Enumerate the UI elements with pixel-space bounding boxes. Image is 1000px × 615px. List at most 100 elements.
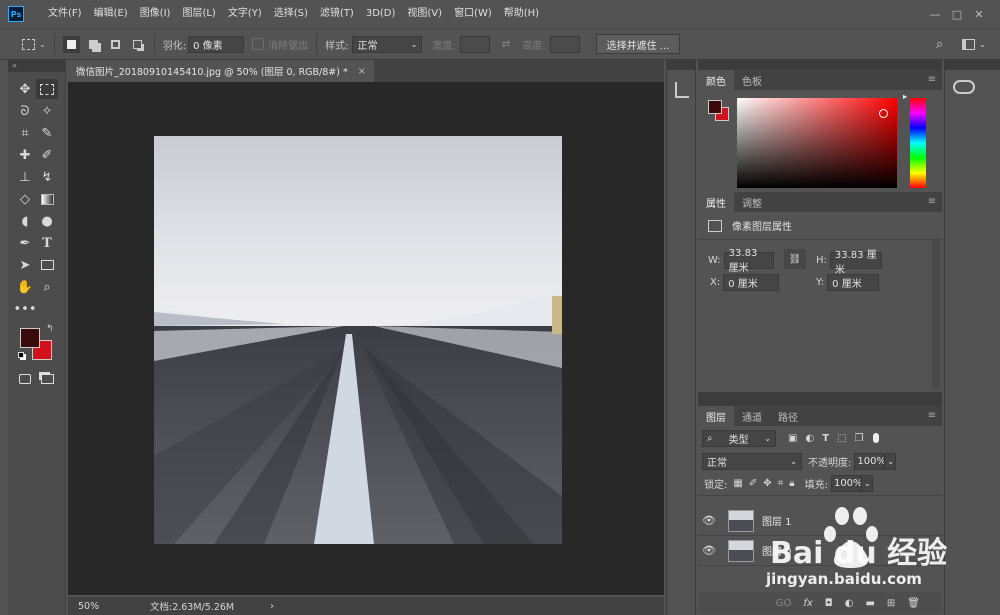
blend-mode-select[interactable]: 正常 ⌄ [702, 452, 802, 470]
color-picker-cursor[interactable] [879, 109, 888, 118]
opacity-dropdown[interactable]: ⌄ [884, 452, 897, 470]
creative-cloud-icon[interactable] [953, 80, 975, 94]
panel-menu-icon[interactable]: ≡ [928, 74, 936, 85]
menu-filter[interactable]: 滤镜(T) [314, 0, 360, 28]
y-input[interactable]: 0 厘米 [827, 274, 880, 291]
filter-pixel-icon[interactable]: ▣ [788, 433, 797, 444]
gradient-tool-icon[interactable] [36, 189, 58, 209]
menu-view[interactable]: 视图(V) [401, 0, 448, 28]
close-window-button[interactable]: ✕ [968, 8, 990, 21]
close-tab-icon[interactable]: × [358, 66, 366, 77]
minimize-button[interactable]: — [924, 8, 946, 21]
filter-shape-icon[interactable]: ⬚ [837, 433, 846, 444]
menu-3d[interactable]: 3D(D) [360, 0, 402, 28]
height-input[interactable] [549, 35, 580, 53]
add-to-selection-button[interactable] [85, 36, 102, 53]
lock-artboard-icon[interactable]: ⌗ [778, 478, 784, 489]
lock-all-icon[interactable]: 🔒︎ [789, 478, 794, 489]
lock-position-icon[interactable]: ✥ [763, 478, 771, 489]
menu-window[interactable]: 窗口(W) [448, 0, 498, 28]
tab-swatches[interactable]: 色板 [734, 70, 770, 90]
antialias-option[interactable]: 消除锯齿 [252, 37, 308, 52]
visibility-eye-icon[interactable]: 👁︎ [698, 514, 720, 527]
blur-tool-icon[interactable]: ◖ [14, 211, 36, 231]
status-menu-arrow[interactable]: › [270, 601, 274, 612]
brush-tool-icon[interactable]: ✐ [36, 145, 58, 165]
panel-menu-icon[interactable]: ≡ [928, 196, 936, 207]
menu-image[interactable]: 图像(I) [134, 0, 177, 28]
filter-smart-object-icon[interactable]: ❐ [854, 433, 863, 444]
menu-layer[interactable]: 图层(L) [176, 0, 221, 28]
menu-edit[interactable]: 编辑(E) [88, 0, 134, 28]
tab-properties[interactable]: 属性 [698, 192, 734, 212]
history-panel-icon[interactable] [675, 82, 689, 98]
screen-mode-icon[interactable] [36, 369, 58, 389]
crop-tool-icon[interactable]: ⌗ [14, 123, 36, 143]
clone-stamp-tool-icon[interactable]: ⊥ [14, 167, 36, 187]
menu-help[interactable]: 帮助(H) [498, 0, 545, 28]
new-selection-button[interactable] [62, 35, 80, 53]
hue-slider-handle[interactable]: ▸ [903, 92, 907, 101]
maximize-button[interactable]: □ [946, 8, 968, 21]
healing-brush-tool-icon[interactable]: ✚ [14, 145, 36, 165]
type-tool-icon[interactable]: T [36, 233, 58, 253]
tool-preset-picker[interactable]: ⌄ [22, 38, 46, 50]
visibility-eye-icon[interactable]: 👁︎ [698, 544, 720, 557]
x-input[interactable]: 0 厘米 [723, 274, 780, 291]
swap-colors-icon[interactable]: ↰ [46, 324, 54, 334]
rect-marquee-tool-icon[interactable] [36, 79, 58, 99]
path-selection-tool-icon[interactable]: ➤ [14, 255, 36, 275]
foreground-color-swatch[interactable] [20, 328, 40, 348]
hand-tool-icon[interactable]: ✋ [14, 277, 36, 297]
workspace-switcher[interactable]: ⌄ [962, 38, 986, 50]
properties-scrollbar[interactable] [932, 240, 940, 390]
zoom-tool-icon[interactable]: ⌕ [36, 277, 58, 297]
swap-width-height-icon[interactable]: ⇄ [502, 39, 510, 50]
feather-input[interactable]: 0 像素 [188, 35, 245, 53]
tab-channels[interactable]: 通道 [734, 406, 770, 426]
h-input[interactable]: 33.83 厘米 [829, 250, 882, 276]
more-tools-icon[interactable]: ••• [14, 299, 37, 319]
fill-input[interactable]: 100% [830, 475, 863, 492]
history-brush-tool-icon[interactable]: ↯ [36, 167, 58, 187]
dodge-tool-icon[interactable]: ● [36, 211, 58, 231]
width-input[interactable] [459, 35, 490, 53]
lock-pixels-icon[interactable]: ✐ [749, 478, 757, 489]
intersect-selection-button[interactable] [129, 36, 146, 53]
panel-collapse-icon[interactable]: « [8, 60, 65, 72]
pen-tool-icon[interactable]: ✒ [14, 233, 36, 253]
runway-photo[interactable] [154, 136, 562, 544]
fg-color-chip[interactable] [708, 100, 722, 114]
menu-select[interactable]: 选择(S) [268, 0, 314, 28]
link-dimensions-icon[interactable]: ⛓ [784, 249, 806, 269]
menu-type[interactable]: 文字(Y) [222, 0, 268, 28]
select-and-mask-button[interactable]: 选择并遮住 ... [595, 34, 681, 54]
w-input[interactable]: 33.83 厘米 [723, 248, 774, 274]
default-colors-icon[interactable] [18, 352, 24, 358]
eyedropper-tool-icon[interactable]: ✎ [36, 123, 58, 143]
style-select[interactable]: 正常 ⌄ [352, 35, 423, 53]
filter-toggle-icon[interactable] [873, 433, 880, 443]
canvas-area[interactable] [68, 82, 664, 595]
hue-slider[interactable] [910, 98, 926, 188]
lock-transparent-icon[interactable]: ▦ [733, 478, 742, 489]
layer-kind-filter[interactable]: ⌕ 类型 ⌄ [702, 429, 776, 447]
panel-menu-icon[interactable]: ≡ [928, 410, 936, 421]
lasso-tool-icon[interactable]: ᘐ [14, 101, 36, 121]
opacity-input[interactable]: 100% [854, 452, 886, 470]
search-icon[interactable]: ⌕ [936, 37, 943, 52]
filter-type-icon[interactable]: T [822, 433, 829, 444]
subtract-selection-button[interactable] [107, 36, 124, 53]
tab-layers[interactable]: 图层 [698, 406, 734, 426]
tab-paths[interactable]: 路径 [770, 406, 806, 426]
tab-color[interactable]: 颜色 [698, 70, 734, 90]
filter-adjustment-icon[interactable]: ◐ [805, 433, 814, 444]
magic-wand-tool-icon[interactable]: ✧ [36, 101, 58, 121]
move-tool-icon[interactable]: ✥ [14, 79, 36, 99]
menu-file[interactable]: 文件(F) [42, 0, 88, 28]
quick-mask-icon[interactable] [14, 369, 36, 389]
zoom-level[interactable]: 50% [78, 601, 112, 612]
eraser-tool-icon[interactable]: ◇ [14, 189, 36, 209]
document-tab[interactable]: 微信图片_20180910145410.jpg @ 50% (图层 0, RGB… [68, 60, 374, 82]
rectangle-tool-icon[interactable] [36, 255, 58, 275]
